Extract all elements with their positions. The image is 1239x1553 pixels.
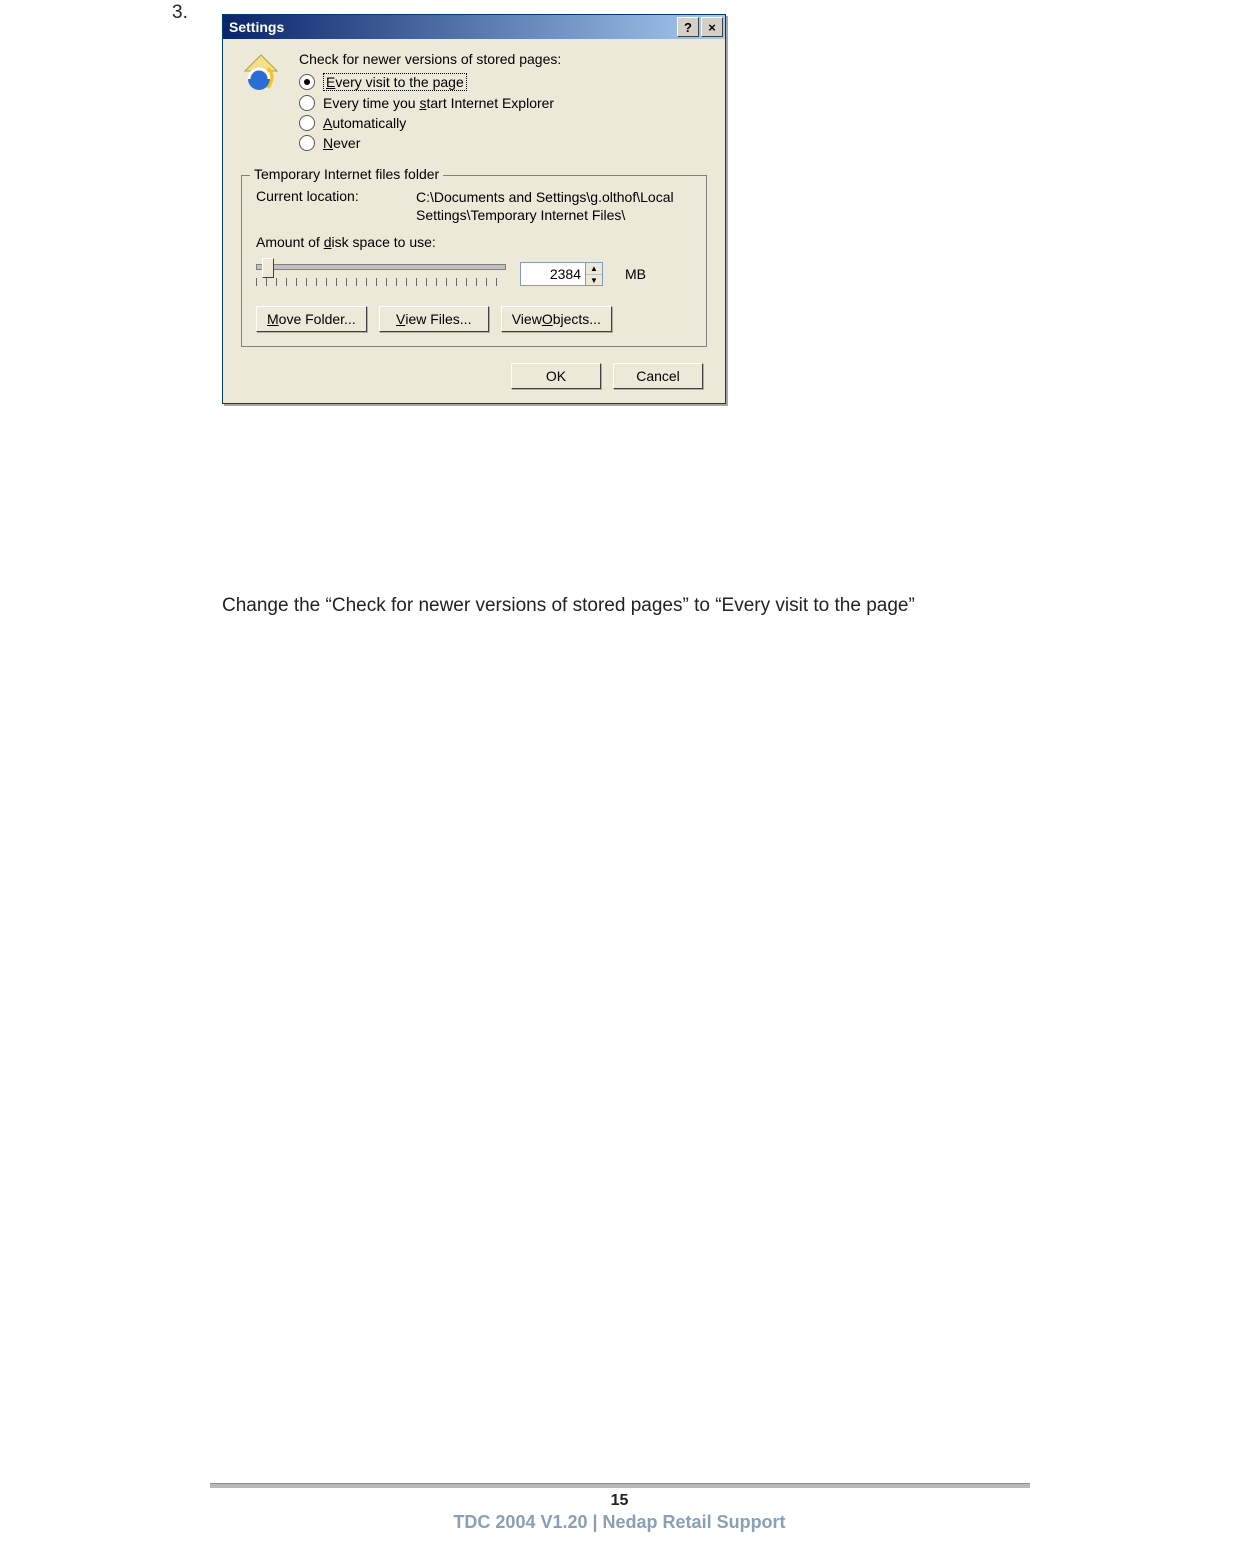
temporary-files-groupbox: Temporary Internet files folder Current … [241, 175, 707, 347]
page-number: 15 [0, 1492, 1239, 1510]
disk-space-slider[interactable] [256, 258, 506, 290]
spin-up-icon[interactable]: ▲ [586, 263, 602, 275]
close-icon: × [708, 20, 716, 35]
radio-heading: Check for newer versions of stored pages… [299, 51, 707, 67]
spin-down-icon[interactable]: ▼ [586, 275, 602, 286]
dialog-titlebar: Settings ? × [223, 15, 725, 39]
dialog-action-row: OK Cancel [241, 363, 707, 389]
document-page: 3. Settings ? × [0, 0, 1239, 1553]
settings-dialog: Settings ? × [222, 14, 726, 404]
dialog-title: Settings [229, 19, 284, 35]
ok-button[interactable]: OK [511, 363, 601, 389]
help-button[interactable]: ? [677, 17, 699, 37]
view-files-button[interactable]: View Files... [379, 306, 489, 332]
footer-rule [210, 1483, 1030, 1488]
titlebar-buttons: ? × [677, 17, 723, 37]
current-location-value: C:\Documents and Settings\g.olthof\Local… [416, 188, 692, 224]
instruction-caption: Change the “Check for newer versions of … [222, 593, 982, 620]
radio-dot-icon [299, 135, 315, 151]
disk-space-row: ▲ ▼ MB [256, 258, 692, 290]
mb-label: MB [625, 266, 646, 282]
radio-label: Every visit to the page [323, 73, 467, 91]
disk-space-input[interactable] [521, 263, 585, 285]
radio-dot-icon [299, 95, 315, 111]
disk-space-spinner[interactable]: ▲ ▼ [520, 262, 603, 286]
radio-label: Every time you start Internet Explorer [323, 95, 554, 111]
folder-buttons-row: Move Folder... View Files... View Object… [256, 306, 692, 332]
amount-label: Amount of disk space to use: [256, 234, 692, 250]
current-location-label: Current location: [256, 188, 396, 224]
radio-automatically[interactable]: Automatically [299, 115, 707, 131]
radio-dot-icon [299, 115, 315, 131]
close-button[interactable]: × [701, 17, 723, 37]
slider-track [256, 264, 506, 270]
radio-label: Automatically [323, 115, 406, 131]
move-folder-button[interactable]: Move Folder... [256, 306, 367, 332]
dialog-top-row: Check for newer versions of stored pages… [241, 51, 707, 155]
page-footer: 15 TDC 2004 V1.20 | Nedap Retail Support [0, 1483, 1239, 1533]
cancel-button[interactable]: Cancel [613, 363, 703, 389]
current-location-row: Current location: C:\Documents and Setti… [256, 188, 692, 224]
slider-ticks [256, 278, 506, 286]
radio-every-start[interactable]: Every time you start Internet Explorer [299, 95, 707, 111]
dialog-body: Check for newer versions of stored pages… [223, 39, 725, 403]
step-number: 3. [172, 2, 188, 24]
internet-explorer-icon [241, 53, 281, 93]
help-icon: ? [684, 20, 692, 35]
view-objects-button[interactable]: View Objects... [501, 306, 612, 332]
radio-never[interactable]: Never [299, 135, 707, 151]
ie-icon-holder [241, 51, 283, 155]
radio-dot-icon [299, 74, 315, 90]
radio-every-visit[interactable]: Every visit to the page [299, 73, 707, 91]
footer-text: TDC 2004 V1.20 | Nedap Retail Support [0, 1512, 1239, 1533]
radio-group: Check for newer versions of stored pages… [299, 51, 707, 155]
spin-buttons: ▲ ▼ [585, 263, 602, 285]
slider-thumb[interactable] [262, 258, 274, 278]
groupbox-legend: Temporary Internet files folder [250, 166, 443, 182]
radio-label: Never [323, 135, 360, 151]
